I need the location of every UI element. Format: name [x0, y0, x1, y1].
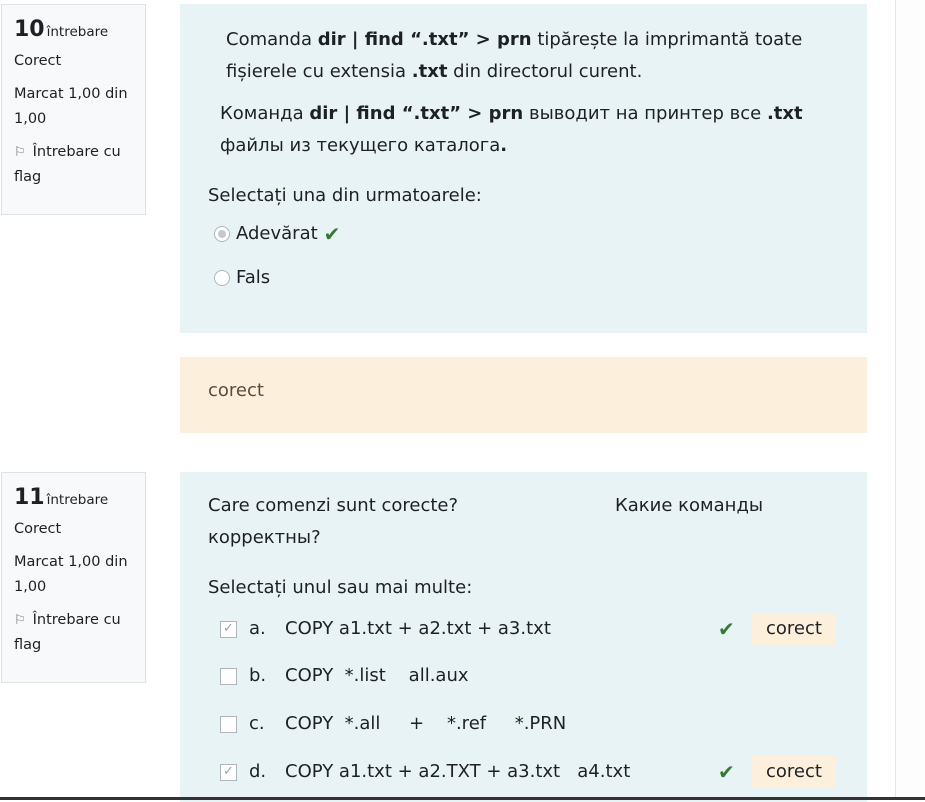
radio-true[interactable] [214, 226, 230, 242]
option-text: COPY a1.txt + a2.TXT + a3.txt a4.txt [285, 761, 631, 782]
question-state: Corect [14, 53, 62, 69]
right-drawer-edge [895, 0, 925, 800]
correct-badge: corect [752, 756, 836, 788]
question-word: întrebare [46, 24, 109, 40]
radio-false[interactable] [214, 270, 230, 286]
correct-badge: corect [752, 613, 836, 645]
option-label: Fals [236, 267, 271, 288]
option-text: COPY *.all + *.ref *.PRN [285, 713, 567, 734]
answer-option-a[interactable]: ✓ a. COPY a1.txt + a2.txt + a3.txt ✔ cor… [208, 606, 839, 652]
question-text-ro: Comanda dir | find “.txt” > prn tipăreșt… [226, 29, 803, 82]
checkbox-d[interactable]: ✓ [220, 763, 237, 781]
correct-check-icon: ✔ [718, 617, 735, 641]
question-state: Corect [14, 521, 62, 537]
question-feedback: corect [180, 357, 867, 433]
question-grade: Marcat 1,00 din 1,00 [14, 86, 128, 127]
question-word: întrebare [46, 492, 109, 508]
question-number-line: 11 întrebare [14, 483, 135, 513]
question-number: 10 [14, 17, 45, 42]
option-label: Adevărat [236, 223, 318, 244]
flag-question-link[interactable]: ⚐ Întrebare cu flag [14, 140, 135, 190]
option-letter: c. [249, 713, 265, 734]
checkbox-c[interactable] [220, 715, 237, 733]
question-text: Comanda dir | find “.txt” > prn tipăreșt… [208, 24, 839, 162]
answer-option-b[interactable]: b. COPY *.list all.aux [208, 652, 839, 700]
question-grade: Marcat 1,00 din 1,00 [14, 554, 128, 595]
answer-prompt: Selectați una din urmatoarele: [208, 185, 482, 206]
option-letter: b. [249, 665, 267, 686]
question-content-11: Care comenzi sunt corecte? Какие команды… [180, 472, 867, 802]
correct-check-icon: ✔ [323, 222, 341, 246]
question-content-10: Comanda dir | find “.txt” > prn tipăreșt… [180, 4, 867, 333]
question-text: Care comenzi sunt corecte? Какие команды… [208, 490, 839, 554]
answer-option-false[interactable]: Fals [208, 256, 839, 300]
option-letter: d. [249, 761, 267, 782]
option-text: COPY *.list all.aux [285, 665, 469, 686]
option-letter: a. [249, 618, 266, 639]
answer-option-d[interactable]: ✓ d. COPY a1.txt + a2.TXT + a3.txt a4.tx… [208, 748, 839, 796]
correct-check-icon: ✔ [718, 760, 735, 784]
question-info-11: 11 întrebare Corect Marcat 1,00 din 1,00 … [1, 472, 146, 683]
question-text-ru: Команда dir | find “.txt” > prn выводит … [220, 103, 803, 156]
answer-option-c[interactable]: c. COPY *.all + *.ref *.PRN [208, 700, 839, 748]
flag-label: Întrebare cu flag [14, 612, 121, 653]
flag-icon: ⚐ [14, 145, 26, 160]
flag-question-link[interactable]: ⚐ Întrebare cu flag [14, 608, 135, 658]
answer-prompt: Selectați unul sau mai multe: [208, 577, 473, 598]
question-info-10: 10 întrebare Corect Marcat 1,00 din 1,00 … [1, 4, 146, 215]
checkbox-b[interactable] [220, 667, 237, 685]
question-number-line: 10 întrebare [14, 15, 135, 45]
option-text: COPY a1.txt + a2.txt + a3.txt [285, 618, 551, 639]
flag-label: Întrebare cu flag [14, 144, 121, 185]
answer-option-true[interactable]: Adevărat ✔ [208, 212, 839, 256]
flag-icon: ⚐ [14, 613, 26, 628]
checkbox-a[interactable]: ✓ [220, 620, 237, 638]
question-text-ru: Какие команды корректны? [208, 495, 764, 548]
question-number: 11 [14, 485, 45, 510]
